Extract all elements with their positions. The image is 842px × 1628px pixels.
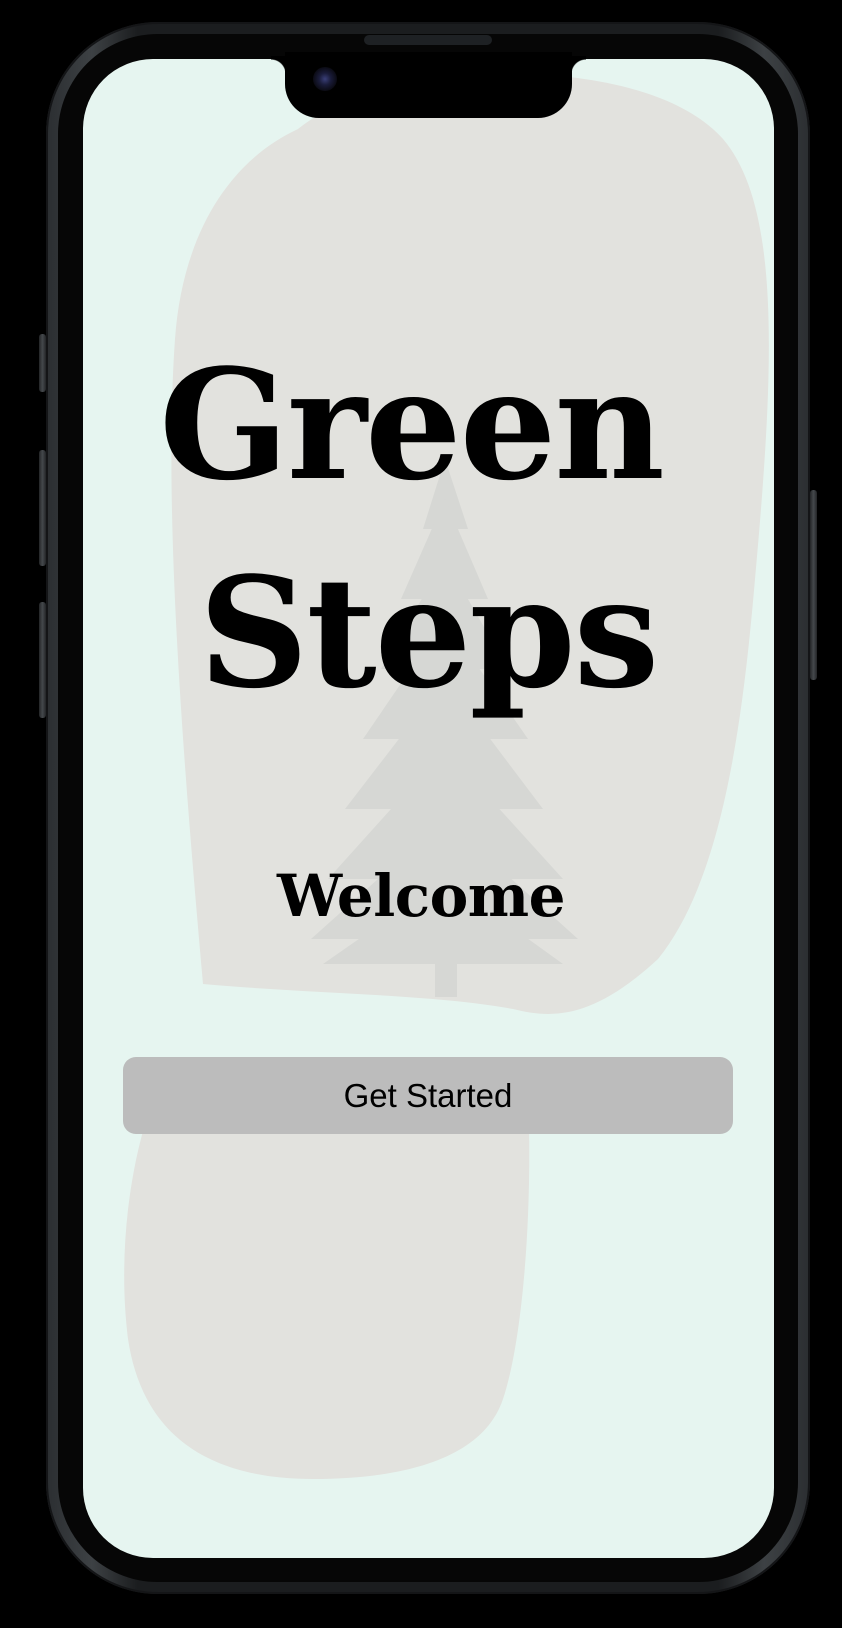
app-screen: [83, 59, 774, 1558]
front-camera-icon: [313, 67, 337, 91]
app-title-line-2: Steps: [198, 543, 660, 722]
footprint-with-pine-tree-icon: [124, 74, 769, 1479]
earpiece-speaker: [364, 35, 492, 45]
app-title-line-1: Green: [159, 335, 665, 514]
welcome-heading: Welcome: [276, 862, 566, 930]
footprint-heel-shape: [124, 1085, 530, 1479]
device-mockup: Green Steps Welcome Get Started: [0, 0, 842, 1628]
get-started-button[interactable]: Get Started: [123, 1057, 733, 1134]
